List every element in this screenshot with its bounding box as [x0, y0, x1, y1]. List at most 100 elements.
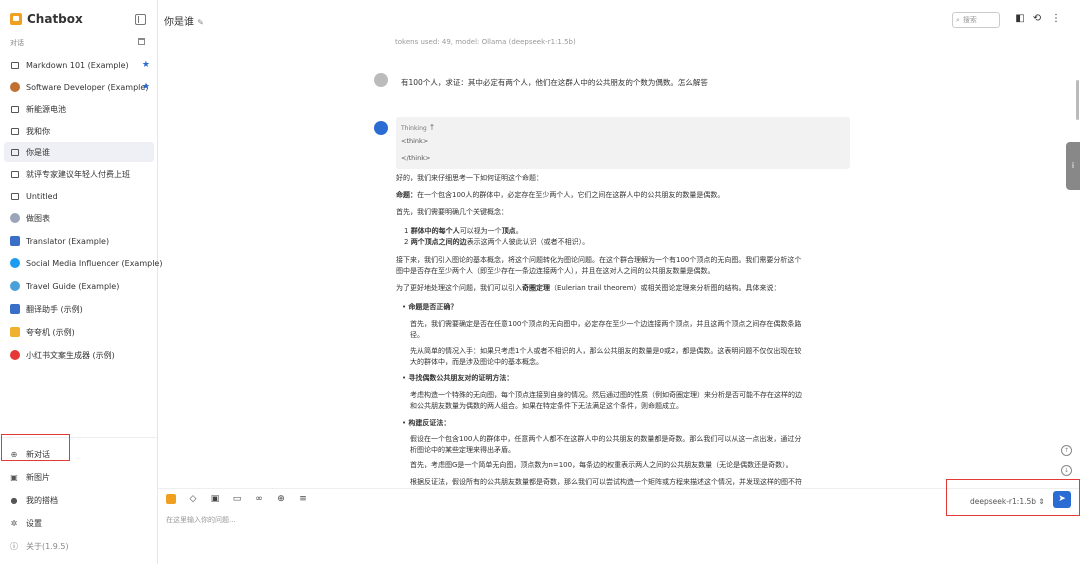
answer-paragraph: 首先，考虑图G是一个简单无向图，顶点数为n=100，每条边的权重表示两人之间的公…	[410, 461, 793, 469]
sidebar-item-session[interactable]: Travel Guide (Example)	[4, 276, 154, 296]
user-message: 有100个人，求证：其中必定有两个人，他们在这群人中的公共朋友的个数为偶数。怎么…	[401, 78, 708, 87]
session-label: 做图表	[26, 213, 50, 223]
sidebar-item-session[interactable]: Markdown 101 (Example) ★	[4, 55, 154, 75]
highlight-new-chat	[1, 434, 70, 461]
answer-paragraph: 考虑构造一个特殊的无向图，每个顶点连接到自身的情况。然后通过图的性质（例如奇圈定…	[410, 391, 802, 410]
answer-paragraph: 命题：在一个包含100人的群体中，必定存在至少两个人，它们之间在这群人中的公共朋…	[396, 191, 725, 199]
image-icon[interactable]: ▣	[210, 494, 220, 504]
eraser-icon[interactable]: ◇	[188, 494, 198, 504]
trash-icon[interactable]	[138, 38, 145, 45]
section-label: 对话	[10, 39, 24, 47]
answer-paragraph: 先从简单的情况入手：如果只考虑1个人或者不相识的人，那么公共朋友的数量是0或2，…	[410, 347, 802, 366]
think-open-tag: <think>	[401, 137, 429, 145]
globe-icon	[10, 281, 20, 291]
info-icon: ⓘ	[10, 542, 18, 551]
message-list: tokens used: 49, model: Ollama (deepseek…	[158, 38, 1080, 488]
session-label: Travel Guide (Example)	[26, 281, 120, 291]
answer-paragraph: 假设在一个包含100人的群体中，任意两个人都不在这群人中的公共朋友的数量都是奇数…	[410, 435, 802, 454]
tokens-info: tokens used: 49, model: Ollama (deepseek…	[395, 38, 576, 46]
chat-icon	[11, 61, 19, 69]
avatar-icon	[10, 236, 20, 246]
avatar-icon	[10, 304, 20, 314]
sidebar-item-session[interactable]: Untitled	[4, 186, 154, 206]
brand: Chatbox	[10, 12, 83, 26]
sliders-icon[interactable]: ≡	[298, 494, 308, 504]
session-label: 你是谁	[26, 147, 50, 157]
chatbox-logo-icon	[10, 13, 22, 25]
highlight-model-send	[946, 479, 1080, 516]
new-image-label: 新图片	[26, 473, 50, 482]
session-label: Software Developer (Example)	[26, 82, 149, 92]
more-icon[interactable]: ⋮	[1051, 14, 1061, 24]
session-label: 我和你	[26, 126, 50, 136]
thinking-block[interactable]: Thinking ↑ <think> </think>	[396, 117, 850, 169]
session-label: 就评专家建议年轻人付费上班	[26, 169, 130, 179]
twitter-icon	[10, 258, 20, 268]
answer-paragraph: 根据反证法，假设所有的公共朋友数量都是奇数，那么我们可以尝试构造一个矩阵或方程来…	[410, 478, 802, 486]
answer-list-item: 1 群体中的每个人可以视为一个顶点。	[404, 227, 523, 235]
arrow-up-icon[interactable]: ↑	[429, 123, 436, 132]
scroll-down-icon[interactable]: ↓	[1061, 465, 1072, 476]
answer-paragraph: 首先，我们需要确定是否在任意100个顶点的无向图中，必定存在至少一个边连接两个顶…	[410, 320, 802, 339]
session-label: 小红书文案生成器 (示例)	[26, 350, 115, 360]
star-icon[interactable]: ★	[142, 60, 150, 70]
about-label: 关于(1.9.5)	[26, 542, 69, 551]
layout-icon[interactable]: ◧	[1015, 14, 1025, 24]
avatar-icon	[10, 213, 20, 223]
chat-icon	[11, 127, 19, 135]
answer-bullet: • 寻找偶数公共朋友对的证明方法：	[402, 374, 514, 382]
composer-toolbar: ◇ ▣ ▭ ∞ ⊕ ≡	[166, 494, 320, 504]
chat-title: 你是谁 ✎	[164, 17, 204, 28]
avatar-icon	[10, 327, 20, 337]
scroll-up-icon[interactable]: ↑	[1061, 445, 1072, 456]
think-close-tag: </think>	[401, 154, 431, 162]
main-panel: 你是谁 ✎ ⌕ 搜索 ◧ ⟲ ⋮ ⅰ tokens used: 49, mode…	[158, 0, 1080, 564]
message-input[interactable]: 在这里输入你的问题...	[166, 515, 236, 525]
link-icon[interactable]: ∞	[254, 494, 264, 504]
thinking-label: Thinking ↑	[401, 123, 436, 132]
sidebar-item-session[interactable]: 小红书文案生成器 (示例)	[4, 345, 154, 365]
user-avatar-icon	[374, 73, 388, 87]
ai-provider-icon[interactable]	[166, 494, 176, 504]
session-label: Translator (Example)	[26, 236, 110, 246]
star-icon[interactable]: ★	[142, 82, 150, 92]
composer-divider	[158, 488, 1080, 489]
sidebar-item-session-active[interactable]: 你是谁	[4, 142, 154, 162]
new-image-button[interactable]: ▣ 新图片	[10, 472, 50, 483]
my-partners-button[interactable]: ● 我的搭档	[10, 495, 59, 506]
my-partners-label: 我的搭档	[26, 496, 58, 505]
collapse-sidebar-icon[interactable]	[135, 14, 146, 25]
assistant-avatar-icon	[374, 121, 388, 135]
edit-icon[interactable]: ✎	[197, 18, 204, 27]
answer-bullet: • 命题是否正确？	[402, 303, 458, 311]
sidebar-item-session[interactable]: Software Developer (Example) ★	[4, 77, 154, 97]
folder-icon[interactable]: ▭	[232, 494, 242, 504]
settings-button[interactable]: ✲ 设置	[10, 518, 42, 529]
sidebar-item-session[interactable]: 夸夸机 (示例)	[4, 322, 154, 342]
globe-icon[interactable]: ⊕	[276, 494, 286, 504]
partner-icon: ●	[10, 496, 18, 505]
history-icon[interactable]: ⟲	[1032, 14, 1042, 24]
session-label: 夸夸机 (示例)	[26, 327, 75, 337]
gear-icon: ✲	[10, 519, 18, 528]
answer-paragraph: 好的，我们来仔细思考一下如何证明这个命题：	[396, 174, 543, 182]
settings-label: 设置	[26, 519, 42, 528]
session-label: 翻译助手 (示例)	[26, 304, 83, 314]
app-title: Chatbox	[27, 12, 83, 26]
sidebar-item-session[interactable]: Translator (Example)	[4, 231, 154, 251]
search-icon: ⌕	[956, 15, 960, 24]
sidebar-item-session[interactable]: 翻译助手 (示例)	[4, 299, 154, 319]
search-input[interactable]: ⌕ 搜索	[952, 12, 1000, 28]
sidebar-item-session[interactable]: 我和你	[4, 121, 154, 141]
topbar: 你是谁 ✎ ⌕ 搜索 ◧ ⟲ ⋮	[158, 0, 1080, 38]
sidebar-item-session[interactable]: 做图表	[4, 208, 154, 228]
about-button[interactable]: ⓘ 关于(1.9.5)	[10, 541, 69, 552]
session-label: Untitled	[26, 191, 58, 201]
xhs-icon	[10, 350, 20, 360]
avatar-icon	[10, 82, 20, 92]
sidebar-item-session[interactable]: 就评专家建议年轻人付费上班	[4, 164, 154, 184]
answer-paragraph: 首先，我们需要明确几个关键概念：	[396, 208, 508, 216]
sidebar-item-session[interactable]: Social Media Influencer (Example)	[4, 253, 162, 273]
session-label: 新能源电池	[26, 104, 66, 114]
sidebar-item-session[interactable]: 新能源电池	[4, 99, 154, 119]
